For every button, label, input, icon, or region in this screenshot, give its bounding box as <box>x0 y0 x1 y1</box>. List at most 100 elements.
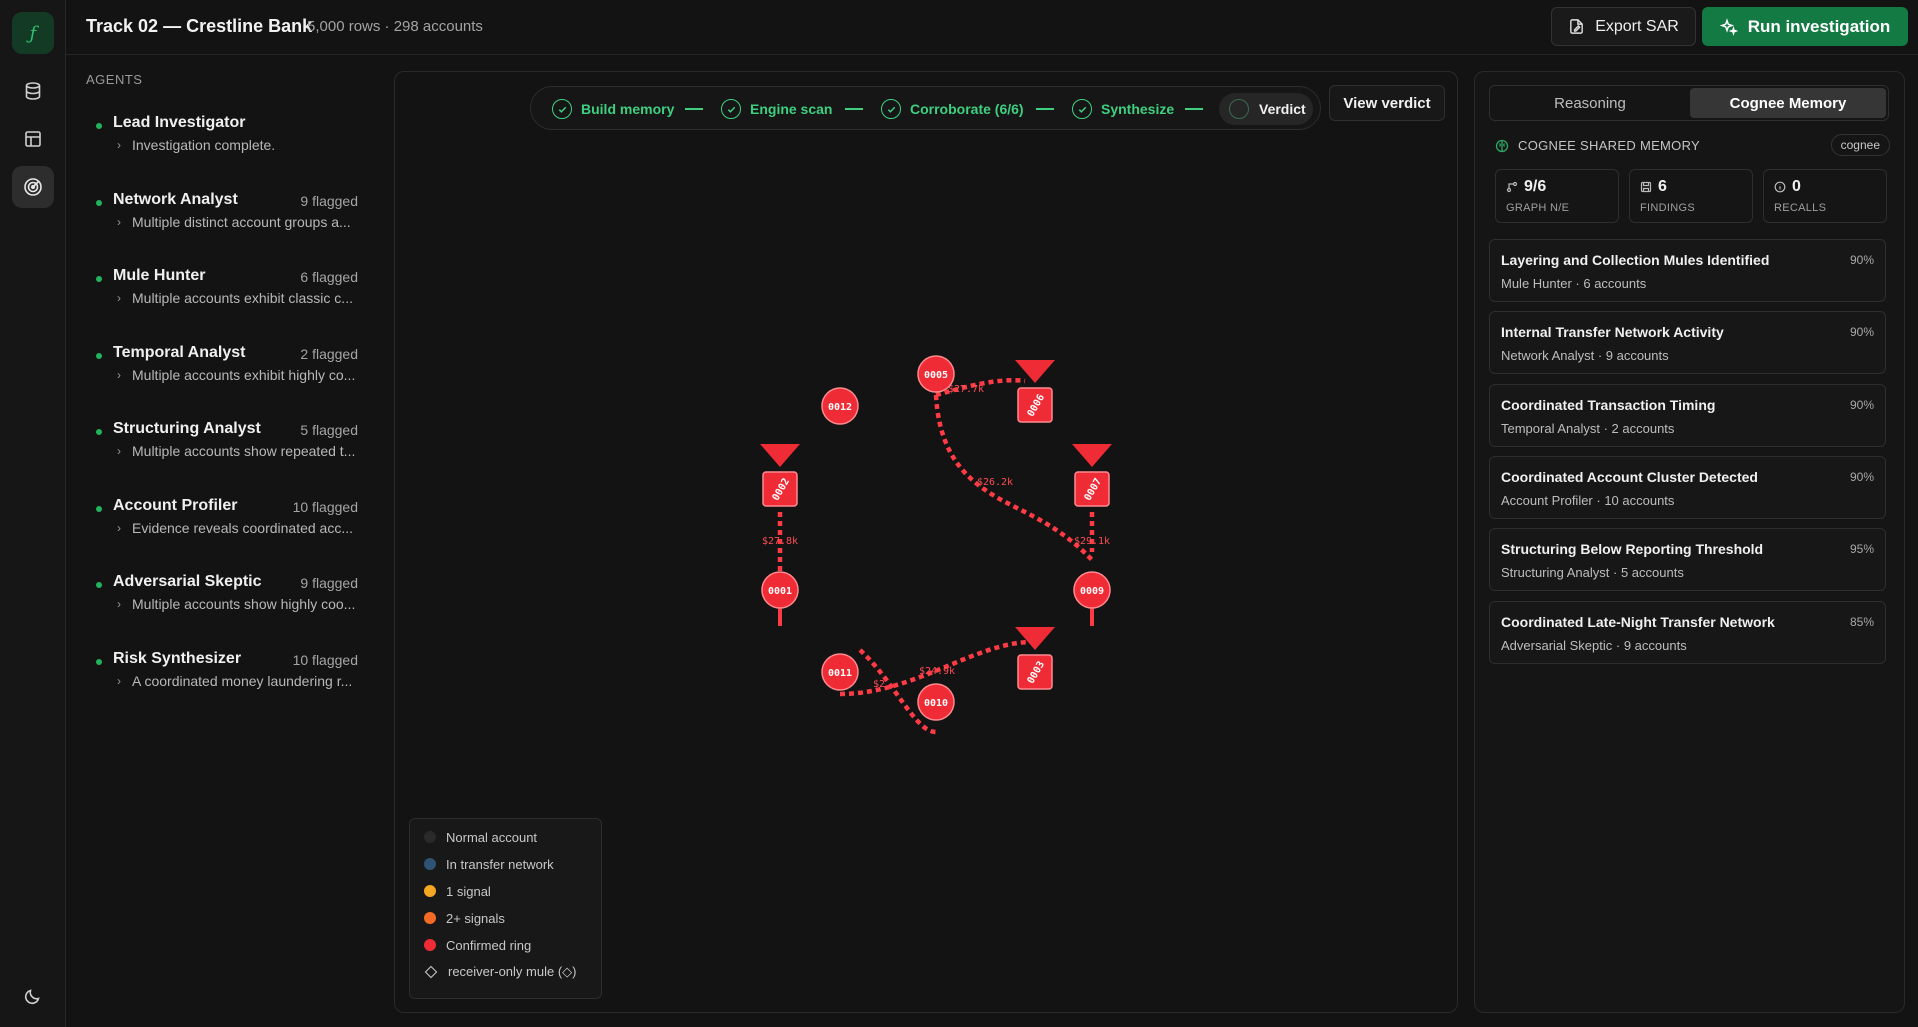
finding-card[interactable]: Layering and Collection Mules Identified… <box>1489 239 1886 302</box>
finding-card[interactable]: Structuring Below Reporting Threshold Str… <box>1489 528 1886 592</box>
step-build-memory: Build memory <box>552 87 674 131</box>
chevron-right-icon[interactable]: › <box>117 368 121 382</box>
database-icon[interactable] <box>12 70 54 112</box>
chevron-right-icon[interactable]: › <box>117 597 121 611</box>
agent-item[interactable]: Risk Synthesizer 10 flagged › A coordinated… <box>66 650 358 710</box>
finding-source: Temporal Analyst · 2 accounts <box>1501 420 1675 436</box>
agent-flag-count: 9 flagged <box>300 192 358 209</box>
top-bar: Track 02 — Crestline Bank 5,000 rows · 2… <box>66 0 1918 55</box>
agent-summary: Multiple accounts show highly coo... <box>132 596 356 612</box>
account-id-label: 0005 <box>924 370 948 381</box>
agent-summary: Multiple accounts exhibit highly co... <box>132 366 356 383</box>
agent-summary: Investigation complete. <box>132 137 276 153</box>
agent-item[interactable]: Adversarial Skeptic 9 flagged › Multiple ac… <box>66 573 358 633</box>
step-engine-scan: Engine scan <box>721 87 832 131</box>
status-dot <box>96 505 102 512</box>
status-dot <box>96 123 102 129</box>
chevron-right-icon[interactable]: › <box>117 138 121 152</box>
agent-flag-count: 5 flagged <box>300 422 358 438</box>
finding-title: Internal Transfer Network Activity <box>1501 324 1724 341</box>
legend-swatch <box>424 912 436 924</box>
chevron-right-icon[interactable]: › <box>117 291 121 305</box>
account-node[interactable]: 0005 <box>917 355 955 393</box>
agent-item[interactable]: Network Analyst 9 flagged › Multiple distin… <box>66 191 358 251</box>
account-node[interactable]: 0006 <box>1015 360 1055 423</box>
agent-name: Mule Hunter <box>113 267 206 284</box>
finding-confidence: 95% <box>1849 542 1874 557</box>
agent-name: Network Analyst <box>113 190 238 208</box>
agent-item[interactable]: Account Profiler 10 flagged › Evidence reve… <box>66 497 358 557</box>
chevron-right-icon[interactable]: › <box>117 444 121 458</box>
agent-summary: Multiple distinct account groups a... <box>132 213 351 230</box>
finding-card[interactable]: Coordinated Account Cluster Detected Acco… <box>1489 455 1886 519</box>
edge-amount-label: $29.1k <box>1074 536 1110 547</box>
brain-icon <box>1495 139 1509 152</box>
agent-name: Account Profiler <box>113 496 238 514</box>
finding-confidence: 90% <box>1849 325 1874 340</box>
account-node[interactable]: 0010 <box>917 683 955 721</box>
account-node[interactable]: 0003 <box>1015 627 1055 690</box>
agent-item[interactable]: Mule Hunter 6 flagged › Multiple accounts e… <box>66 267 358 327</box>
run-investigation-button[interactable]: Run investigation <box>1702 7 1908 46</box>
step-divider <box>1185 108 1203 110</box>
step-label: Verdict <box>1259 101 1306 117</box>
transfer-edge[interactable] <box>933 394 1094 562</box>
legend-swatch <box>424 858 436 870</box>
agent-item[interactable]: Lead Investigator › Investigation complete… <box>66 114 358 174</box>
finding-card[interactable]: Internal Transfer Network Activity Networ… <box>1489 311 1886 375</box>
check-icon <box>552 99 572 119</box>
step-label: Synthesize <box>1101 101 1175 117</box>
receiver-marker <box>760 444 800 467</box>
legend-item: 1 signal <box>424 881 491 901</box>
chevron-right-icon[interactable]: › <box>117 674 121 688</box>
finding-confidence: 90% <box>1849 397 1874 412</box>
finding-card[interactable]: Coordinated Transaction Timing Temporal A… <box>1489 383 1886 447</box>
check-icon <box>1072 99 1092 119</box>
legend-swatch <box>424 939 436 951</box>
agent-item[interactable]: Temporal Analyst 2 flagged › Multiple accou… <box>66 344 358 404</box>
step-label: Build memory <box>581 101 675 117</box>
memory-heading: COGNEE SHARED MEMORY <box>1495 138 1700 153</box>
legend-item: receiver-only mule (◇) <box>424 962 576 982</box>
sparkles-icon <box>1719 17 1738 36</box>
receiver-marker <box>1072 444 1112 467</box>
agent-item[interactable]: Structuring Analyst 5 flagged › Multiple ac… <box>66 420 358 480</box>
status-dot <box>96 582 102 588</box>
panel-tabs: Reasoning Cognee Memory <box>1489 85 1889 121</box>
account-node[interactable]: 0012 <box>821 387 859 425</box>
agent-name: Lead Investigator <box>113 114 246 131</box>
graph-canvas[interactable]: $27.7k $26.2k $27.8k $29.1k $24.9k $2 0005 0006… <box>394 71 1458 1013</box>
receiver-marker <box>1015 627 1055 650</box>
agent-name: Structuring Analyst <box>113 420 261 437</box>
export-sar-button[interactable]: Export SAR <box>1551 7 1696 46</box>
step-corroborate: Corroborate (6/6) <box>881 87 1024 131</box>
account-node[interactable]: 0009 <box>1073 571 1111 609</box>
chevron-right-icon[interactable]: › <box>117 521 121 535</box>
tab-reasoning[interactable]: Reasoning <box>1492 88 1688 118</box>
account-id-label: 0010 <box>924 698 948 709</box>
moon-icon[interactable] <box>12 975 54 1017</box>
app-logo[interactable]: ƒ <box>12 12 54 54</box>
chevron-right-icon[interactable]: › <box>117 215 121 229</box>
agent-flag-count: 6 flagged <box>300 269 358 285</box>
stat-label: GRAPH N/E <box>1506 202 1570 214</box>
table-icon[interactable] <box>12 118 54 160</box>
radar-icon[interactable] <box>12 166 54 208</box>
nav-rail: ƒ <box>0 0 66 1027</box>
account-node[interactable]: 0002 <box>760 444 800 507</box>
view-verdict-button[interactable]: View verdict <box>1329 85 1445 121</box>
account-node[interactable]: 0001 <box>761 571 799 609</box>
finding-title: Coordinated Late-Night Transfer Network <box>1501 613 1775 630</box>
account-node[interactable]: 0007 <box>1072 444 1112 507</box>
memory-heading-label: COGNEE SHARED MEMORY <box>1518 138 1701 153</box>
account-id-label: 0012 <box>828 402 852 413</box>
save-icon <box>1640 181 1652 193</box>
file-edit-icon <box>1570 19 1584 34</box>
tab-cognee-memory[interactable]: Cognee Memory <box>1690 88 1886 118</box>
legend-swatch <box>424 831 436 843</box>
account-node[interactable]: 0011 <box>821 653 859 691</box>
stat-value: 6 <box>1658 178 1667 195</box>
finding-confidence: 90% <box>1849 253 1874 267</box>
edge-amount-label: $27.7k <box>948 384 984 395</box>
finding-card[interactable]: Coordinated Late-Night Transfer Network A… <box>1489 600 1886 664</box>
